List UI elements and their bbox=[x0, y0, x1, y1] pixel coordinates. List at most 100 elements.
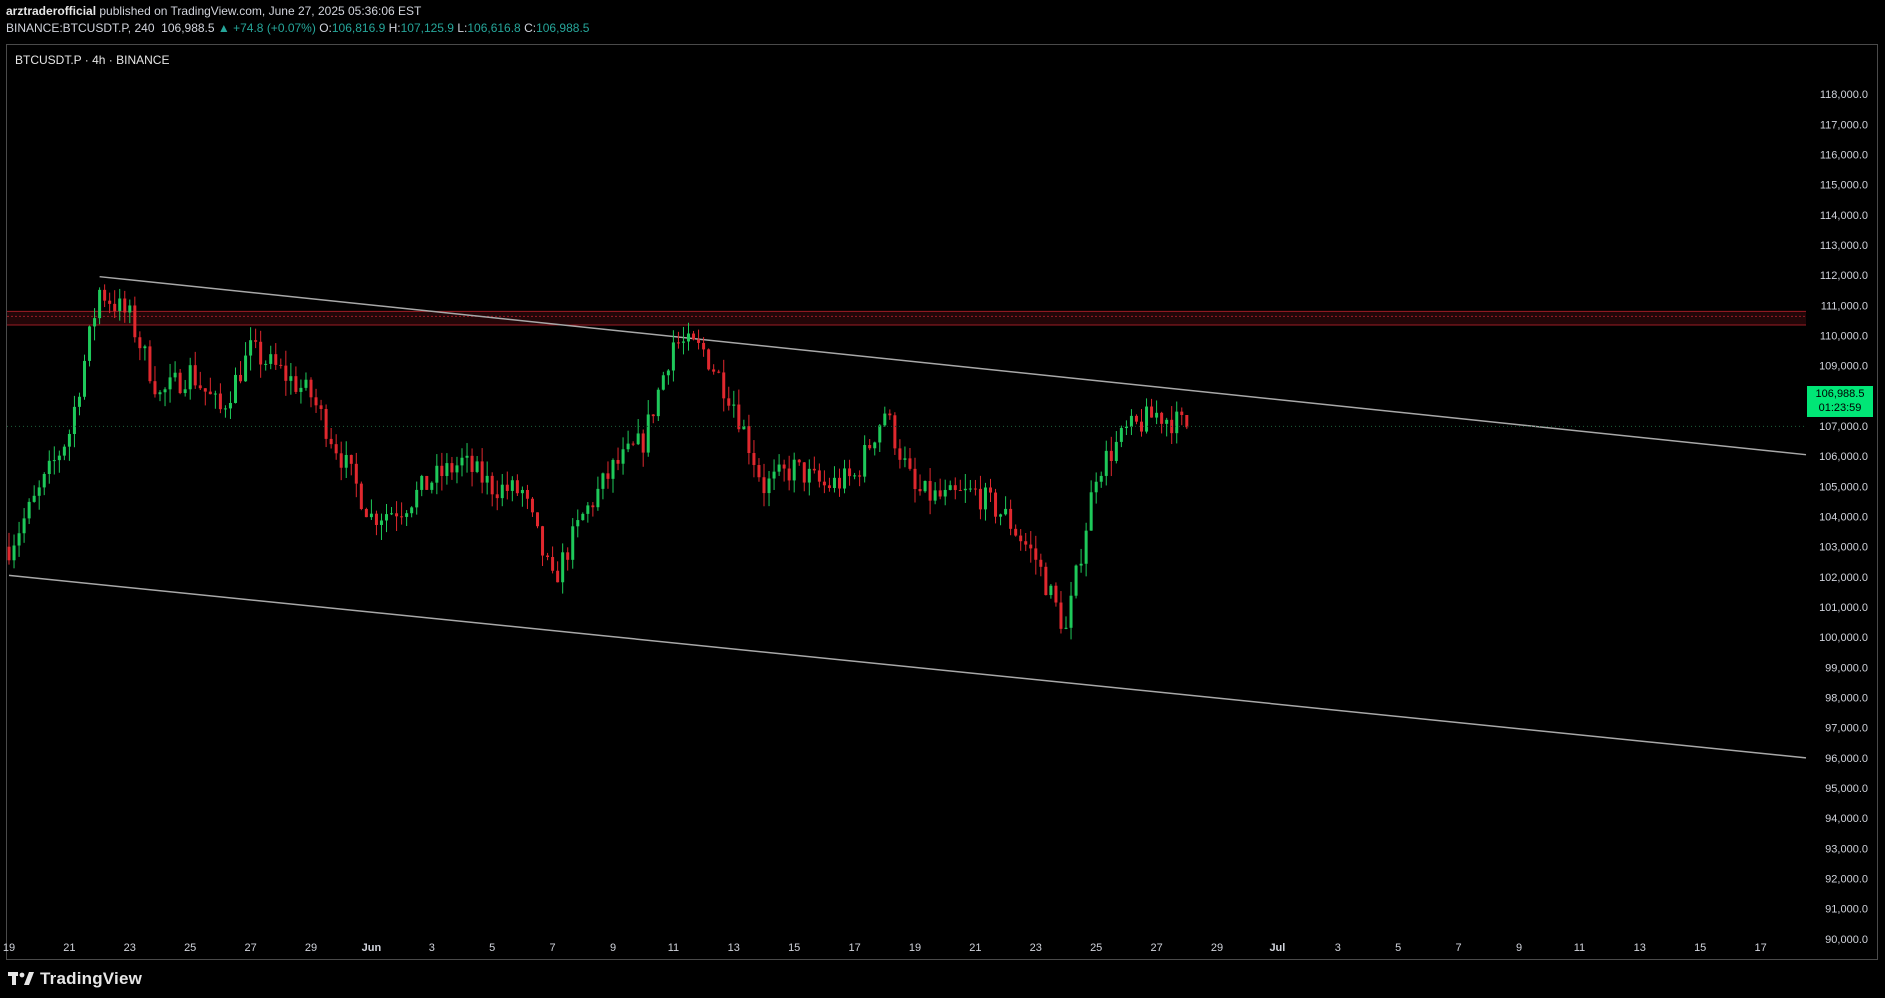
candle-body bbox=[681, 341, 685, 343]
candle-body bbox=[999, 514, 1003, 517]
candle-body bbox=[455, 465, 459, 473]
candle-body bbox=[415, 489, 419, 508]
candle-body bbox=[762, 477, 766, 494]
candle-body bbox=[621, 449, 625, 464]
candle-body bbox=[274, 354, 278, 365]
candle-body bbox=[178, 372, 182, 394]
candle-body bbox=[581, 513, 585, 521]
candle-body bbox=[551, 557, 555, 571]
candle-body bbox=[868, 445, 872, 449]
candle-body bbox=[687, 333, 690, 342]
candle-body bbox=[72, 406, 76, 435]
candle-body bbox=[133, 305, 137, 338]
channel-lower-line bbox=[8, 574, 1807, 759]
candle-body bbox=[67, 434, 71, 447]
candle-body bbox=[943, 489, 947, 497]
time-axis-label: 3 bbox=[1335, 942, 1341, 954]
price-axis-label: 106,000.0 bbox=[1819, 451, 1868, 463]
time-axis-label: 23 bbox=[124, 942, 136, 954]
candle-body bbox=[1140, 421, 1143, 432]
candle-body bbox=[732, 404, 736, 406]
candle-body bbox=[656, 389, 660, 417]
candle-body bbox=[57, 455, 61, 461]
candle-body bbox=[888, 413, 892, 416]
candle-body bbox=[697, 339, 701, 343]
candle-body bbox=[666, 370, 670, 376]
candle-body bbox=[1180, 411, 1184, 416]
candle-body bbox=[329, 438, 333, 445]
candle-body bbox=[661, 375, 665, 390]
price-axis[interactable]: 118,000.0 117,000.0 116,000.0 115,000.0 114,… bbox=[1819, 89, 1868, 946]
candle-body bbox=[138, 337, 142, 349]
candle-body bbox=[289, 376, 293, 381]
candle-body bbox=[168, 377, 172, 390]
candle-body bbox=[460, 457, 464, 466]
candle-body bbox=[722, 372, 726, 399]
time-axis-label: 21 bbox=[969, 942, 981, 954]
candle-body bbox=[606, 473, 610, 479]
candle-body bbox=[913, 468, 917, 490]
candle-body bbox=[1124, 426, 1128, 429]
candle-body bbox=[1069, 595, 1073, 628]
candle-body bbox=[269, 354, 273, 364]
candle-body bbox=[817, 470, 821, 482]
time-axis[interactable]: 19 21 23 25 27 29 Jun 3 5 7 9 11 13 15 17 19 21 23 25 27 29 J… bbox=[3, 942, 1767, 954]
candle-body bbox=[304, 379, 308, 388]
candle-body bbox=[641, 433, 645, 453]
price-axis-label: 102,000.0 bbox=[1819, 572, 1868, 584]
time-axis-label: 25 bbox=[1090, 942, 1102, 954]
candle-body bbox=[1089, 492, 1093, 531]
candle-body bbox=[1134, 415, 1138, 422]
candle-body bbox=[309, 379, 313, 398]
candle-body bbox=[566, 552, 570, 560]
current-price-value: 106,988.5 bbox=[1815, 388, 1865, 400]
candle-body bbox=[334, 444, 338, 454]
candle-body bbox=[123, 298, 127, 313]
candle-body bbox=[727, 398, 731, 406]
time-axis-label: 19 bbox=[3, 942, 15, 954]
price-axis-label: 97,000.0 bbox=[1825, 723, 1868, 735]
candle-body bbox=[62, 446, 66, 456]
price-axis-label: 107,000.0 bbox=[1819, 421, 1868, 433]
price-axis-label: 95,000.0 bbox=[1825, 783, 1868, 795]
candle-body bbox=[294, 376, 298, 392]
candle-body bbox=[505, 484, 509, 491]
candle-body bbox=[32, 495, 36, 502]
candle-body bbox=[863, 445, 867, 477]
candle-body bbox=[757, 465, 761, 478]
candle-body bbox=[1079, 563, 1083, 566]
candle-body bbox=[495, 494, 499, 499]
candle-body bbox=[208, 391, 212, 395]
candle-body bbox=[1064, 627, 1068, 629]
candle-body bbox=[228, 402, 232, 409]
candle-body bbox=[1074, 565, 1078, 596]
candle-body bbox=[843, 468, 847, 489]
candle-body bbox=[1094, 481, 1098, 493]
candle-body bbox=[1044, 566, 1048, 596]
time-axis-label: 13 bbox=[1634, 942, 1646, 954]
candle-body bbox=[510, 480, 514, 491]
candle-body bbox=[797, 459, 801, 463]
candle-body bbox=[445, 463, 449, 477]
candle-body bbox=[314, 397, 318, 406]
tradingview-logo[interactable]: TradingView bbox=[8, 969, 142, 989]
candle-body bbox=[1099, 475, 1103, 482]
candle-body bbox=[239, 374, 243, 382]
price-axis-label: 94,000.0 bbox=[1825, 813, 1868, 825]
candle-body bbox=[410, 507, 414, 514]
candle-body bbox=[234, 374, 237, 403]
candle-body bbox=[264, 363, 268, 365]
candle-body bbox=[279, 364, 283, 366]
price-chart[interactable]: 118,000.0 117,000.0 116,000.0 115,000.0 114,… bbox=[0, 0, 1885, 998]
candle-body bbox=[465, 455, 469, 458]
price-axis-label: 114,000.0 bbox=[1820, 210, 1868, 222]
candle-body bbox=[747, 426, 751, 454]
time-axis-label: Jun bbox=[362, 942, 382, 954]
candle-body bbox=[692, 333, 696, 340]
candle-body bbox=[42, 473, 46, 488]
candle-body bbox=[918, 489, 922, 492]
candle-body bbox=[1004, 508, 1008, 515]
candle-body bbox=[561, 552, 565, 583]
candle-body bbox=[1175, 411, 1179, 434]
price-axis-label: 99,000.0 bbox=[1825, 662, 1868, 674]
